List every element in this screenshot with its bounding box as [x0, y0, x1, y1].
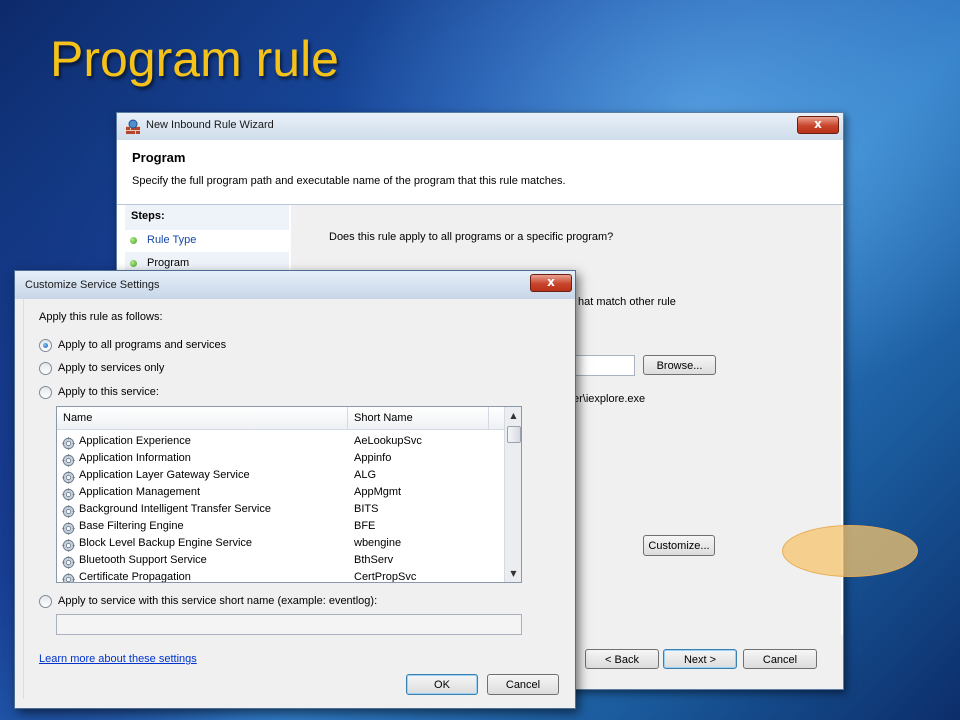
step-label: Program	[147, 257, 190, 269]
wizard-option-partial-text: hat match other rule	[578, 296, 676, 308]
step-label: Rule Type	[147, 234, 197, 246]
table-row[interactable]: Background Intelligent Transfer Service B…	[57, 501, 504, 518]
service-short-name-cell: AppMgmt	[354, 486, 402, 498]
service-name-cell: Application Information	[79, 452, 191, 464]
service-name-cell: Application Management	[79, 486, 201, 498]
column-header-short-name[interactable]: Short Name	[348, 407, 489, 429]
table-row[interactable]: Application Management AppMgmt	[57, 484, 504, 501]
service-short-name-cell: wbengine	[354, 537, 402, 549]
slide-title: Program rule	[50, 31, 339, 87]
wizard-question: Does this rule apply to all programs or …	[329, 231, 614, 243]
service-gear-icon	[62, 503, 75, 518]
learn-more-link[interactable]: Learn more about these settings	[39, 653, 197, 665]
service-short-name-cell: BthServ	[354, 554, 394, 566]
service-gear-icon	[62, 452, 75, 467]
service-name-cell: Bluetooth Support Service	[79, 554, 207, 566]
service-short-name-cell: ALG	[354, 469, 377, 481]
customize-body: Apply this rule as follows: Apply to all…	[23, 299, 567, 699]
wizard-titlebar[interactable]: New Inbound Rule Wizard x	[117, 113, 843, 140]
step-complete-icon	[130, 260, 137, 267]
service-short-name-input[interactable]	[56, 614, 522, 635]
service-name-cell: Background Intelligent Transfer Service	[79, 503, 271, 515]
table-row[interactable]: Bluetooth Support Service BthServ	[57, 552, 504, 569]
service-short-name-cell: BFE	[354, 520, 376, 532]
step-rule-type[interactable]: Rule Type	[125, 230, 289, 252]
radio-services-only[interactable]	[39, 362, 52, 375]
service-short-name-cell: CertPropSvc	[354, 571, 417, 583]
table-row[interactable]: Application Information Appinfo	[57, 450, 504, 467]
table-row[interactable]: Application Experience AeLookupSvc	[57, 433, 504, 450]
service-gear-icon	[62, 469, 75, 484]
service-name-cell: Base Filtering Engine	[79, 520, 184, 532]
service-gear-icon	[62, 520, 75, 535]
column-header-name-label: Name	[63, 412, 93, 424]
radio-services-only-label[interactable]: Apply to services only	[58, 362, 164, 374]
service-name-cell: Certificate Propagation	[79, 571, 191, 583]
customize-close-button[interactable]: x	[530, 274, 572, 292]
service-gear-icon	[62, 554, 75, 569]
services-list[interactable]: Name Short Name Application Experience Ae…	[56, 406, 522, 583]
scroll-up-icon[interactable]: ▲	[505, 407, 521, 424]
wizard-page-heading: Program	[132, 150, 186, 165]
table-row[interactable]: Application Layer Gateway Service ALG	[57, 467, 504, 484]
column-header-short-name-label: Short Name	[354, 412, 413, 424]
customize-highlight	[782, 525, 918, 577]
service-gear-icon	[62, 571, 75, 582]
browse-button[interactable]: Browse...	[643, 355, 716, 375]
radio-service-short-name-label[interactable]: Apply to service with this service short…	[58, 595, 377, 607]
steps-heading: Steps:	[131, 210, 165, 222]
next-button[interactable]: Next >	[663, 649, 737, 669]
radio-all-programs-label[interactable]: Apply to all programs and services	[58, 339, 226, 351]
service-name-cell: Application Experience	[79, 435, 191, 447]
back-button[interactable]: < Back	[585, 649, 659, 669]
service-gear-icon	[62, 486, 75, 501]
wizard-cancel-button[interactable]: Cancel	[743, 649, 817, 669]
wizard-header: Program Specify the full program path an…	[117, 140, 843, 205]
customize-cancel-button[interactable]: Cancel	[487, 674, 559, 695]
services-list-scrollbar[interactable]: ▲ ▼	[504, 407, 521, 582]
table-row[interactable]: Certificate Propagation CertPropSvc	[57, 569, 504, 583]
service-short-name-cell: Appinfo	[354, 452, 392, 464]
service-gear-icon	[62, 537, 75, 552]
firewall-icon	[126, 119, 140, 134]
service-short-name-cell: AeLookupSvc	[354, 435, 422, 447]
wizard-example-partial-text: er\iexplore.exe	[573, 393, 646, 405]
customize-title: Customize Service Settings	[25, 279, 160, 291]
step-complete-icon	[130, 237, 137, 244]
service-name-cell: Block Level Backup Engine Service	[79, 537, 253, 549]
column-header-name[interactable]: Name	[57, 407, 348, 429]
service-short-name-cell: BITS	[354, 503, 379, 515]
scroll-thumb[interactable]	[507, 426, 521, 443]
services-list-header: Name Short Name	[57, 407, 504, 430]
radio-this-service[interactable]	[39, 386, 52, 399]
wizard-close-button[interactable]: x	[797, 116, 839, 134]
radio-this-service-label[interactable]: Apply to this service:	[58, 386, 159, 398]
service-name-cell: Application Layer Gateway Service	[79, 469, 250, 481]
program-path-input[interactable]	[571, 355, 635, 376]
radio-all-programs[interactable]	[39, 339, 52, 352]
apply-heading: Apply this rule as follows:	[39, 311, 163, 323]
ok-button[interactable]: OK	[406, 674, 478, 695]
customize-service-settings-dialog: Customize Service Settings x Apply this …	[14, 270, 576, 709]
customize-button[interactable]: Customize...	[643, 535, 715, 556]
service-gear-icon	[62, 435, 75, 450]
customize-titlebar[interactable]: Customize Service Settings x	[15, 271, 575, 299]
table-row[interactable]: Base Filtering Engine BFE	[57, 518, 504, 535]
wizard-page-description: Specify the full program path and execut…	[132, 175, 566, 187]
scroll-down-icon[interactable]: ▼	[505, 565, 521, 582]
table-row[interactable]: Block Level Backup Engine Service wbengin…	[57, 535, 504, 552]
wizard-title: New Inbound Rule Wizard	[146, 119, 274, 131]
radio-service-short-name[interactable]	[39, 595, 52, 608]
